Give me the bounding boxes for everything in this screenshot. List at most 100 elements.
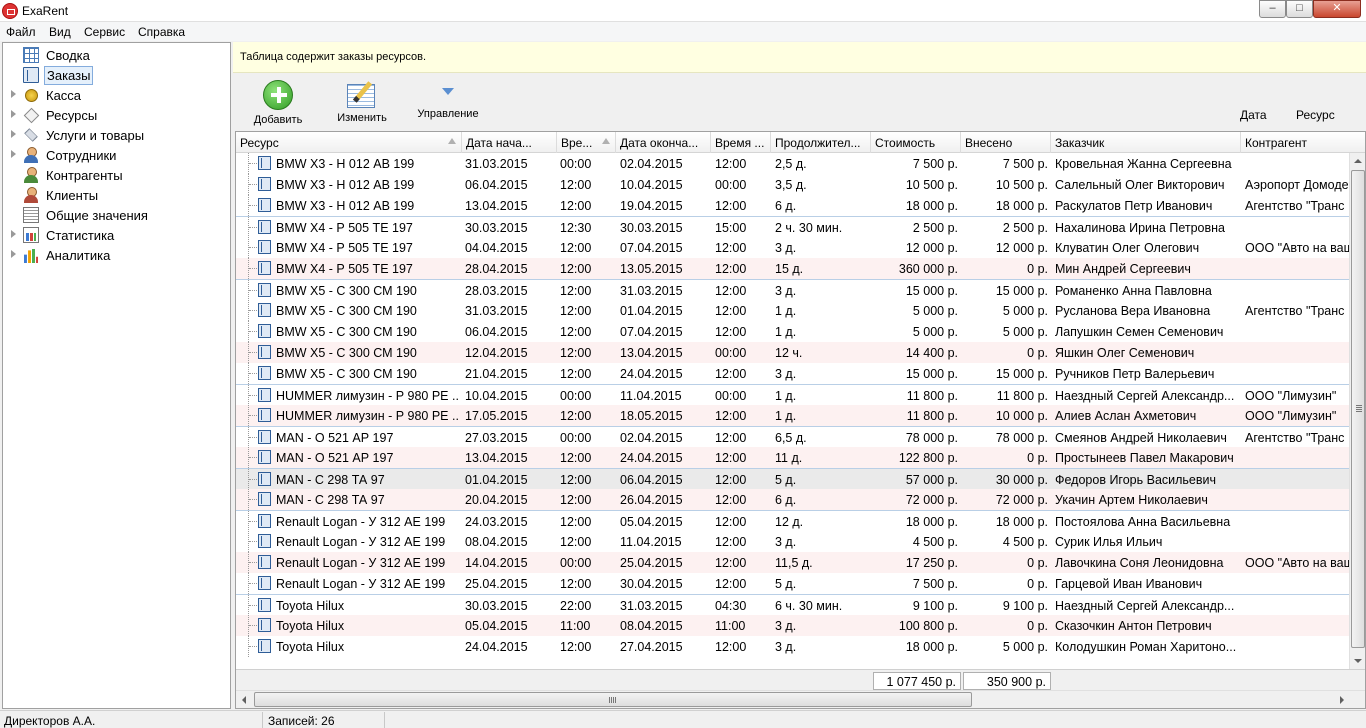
expand-arrow-icon[interactable] bbox=[11, 110, 16, 118]
grip-icon bbox=[1356, 405, 1362, 412]
column-header-resource[interactable]: Ресурс bbox=[236, 132, 462, 153]
expand-arrow-icon[interactable] bbox=[11, 250, 16, 258]
table-row[interactable]: Renault Logan - У 312 АЕ 199 24.03.2015 12… bbox=[236, 510, 1349, 532]
table-row[interactable]: MAN - О 521 АР 197 13.04.2015 12:00 24.04.2… bbox=[236, 447, 1349, 468]
table-row[interactable]: BMW X4 - Р 505 ТЕ 197 04.04.2015 12:00 07.0… bbox=[236, 237, 1349, 258]
column-header-cost[interactable]: Стоимость bbox=[871, 132, 961, 153]
scroll-down-icon[interactable] bbox=[1354, 659, 1362, 663]
close-button[interactable]: ✕ bbox=[1313, 0, 1361, 18]
tree-item-employees[interactable]: Сотрудники bbox=[3, 145, 230, 165]
table-row[interactable]: Renault Logan - У 312 АЕ 199 14.04.2015 00… bbox=[236, 552, 1349, 573]
table-row[interactable]: BMW X4 - Р 505 ТЕ 197 30.03.2015 12:30 30.0… bbox=[236, 216, 1349, 238]
cell-start-time: 12:00 bbox=[560, 577, 592, 591]
view-by-date-link[interactable]: Дата bbox=[1240, 108, 1267, 122]
cell-duration: 6,5 д. bbox=[775, 431, 807, 445]
cell-end-time: 15:00 bbox=[715, 221, 747, 235]
cell-start-date: 28.04.2015 bbox=[465, 262, 528, 276]
menu-file[interactable]: Файл bbox=[6, 25, 36, 39]
table-row[interactable]: MAN - С 298 ТА 97 01.04.2015 12:00 06.04.20… bbox=[236, 468, 1349, 490]
book-icon bbox=[258, 576, 271, 590]
maximize-button[interactable]: □ bbox=[1286, 0, 1313, 18]
table-row[interactable]: BMW X3 - Н 012 АВ 199 13.04.2015 12:00 19.0… bbox=[236, 195, 1349, 216]
scroll-up-icon[interactable] bbox=[1354, 159, 1362, 163]
cell-cost: 100 800 р. bbox=[898, 619, 958, 633]
table-row[interactable]: MAN - О 521 АР 197 27.03.2015 00:00 02.04.2… bbox=[236, 426, 1349, 448]
table-row[interactable]: Toyota Hilux 30.03.2015 22:00 31.03.2015 04:… bbox=[236, 594, 1349, 616]
menu-service[interactable]: Сервис bbox=[84, 25, 125, 39]
tree-item-counterparties[interactable]: Контрагенты bbox=[3, 165, 230, 185]
menu-help[interactable]: Справка bbox=[138, 25, 185, 39]
table-row[interactable]: BMW X5 - С 300 СМ 190 12.04.2015 12:00 13.0… bbox=[236, 342, 1349, 363]
scroll-left-icon[interactable] bbox=[242, 696, 246, 704]
column-header-start-time[interactable]: Вре... bbox=[557, 132, 616, 153]
table-row[interactable]: BMW X5 - С 300 СМ 190 28.03.2015 12:00 31.0… bbox=[236, 279, 1349, 301]
tree-item-resources[interactable]: Ресурсы bbox=[3, 105, 230, 125]
cell-duration: 12 д. bbox=[775, 515, 804, 529]
tree-connector bbox=[248, 363, 257, 384]
table-row[interactable]: Toyota Hilux 05.04.2015 11:00 08.04.2015 11:… bbox=[236, 615, 1349, 636]
horizontal-scroll-thumb[interactable] bbox=[254, 692, 972, 707]
tree-item-clients[interactable]: Клиенты bbox=[3, 185, 230, 205]
cell-duration: 3 д. bbox=[775, 535, 797, 549]
vertical-scrollbar[interactable] bbox=[1349, 153, 1365, 669]
expand-arrow-icon[interactable] bbox=[11, 230, 16, 238]
expand-arrow-icon[interactable] bbox=[11, 130, 16, 138]
vertical-scroll-thumb[interactable] bbox=[1351, 170, 1365, 648]
book-icon bbox=[258, 156, 271, 170]
cell-resource: BMW X5 - С 300 СМ 190 bbox=[276, 346, 417, 360]
table-row[interactable]: HUMMER лимузин - Р 980 РЕ ... 17.05.2015 1… bbox=[236, 405, 1349, 426]
tree-item-services-goods[interactable]: Услуги и товары bbox=[3, 125, 230, 145]
minimize-button[interactable]: – bbox=[1259, 0, 1286, 18]
cell-start-date: 08.04.2015 bbox=[465, 535, 528, 549]
horizontal-scrollbar[interactable] bbox=[236, 690, 1365, 708]
tree-connector bbox=[248, 300, 257, 321]
table-row[interactable]: Renault Logan - У 312 АЕ 199 08.04.2015 12… bbox=[236, 531, 1349, 552]
tree-item-label: Услуги и товары bbox=[46, 128, 145, 143]
table-row[interactable]: BMW X5 - С 300 СМ 190 06.04.2015 12:00 07.0… bbox=[236, 321, 1349, 342]
table-row[interactable]: Toyota Hilux 24.04.2015 12:00 27.04.2015 12:… bbox=[236, 636, 1349, 657]
cell-end-date: 25.04.2015 bbox=[620, 556, 683, 570]
tree-item-statistics[interactable]: Статистика bbox=[3, 225, 230, 245]
expand-arrow-icon[interactable] bbox=[11, 90, 16, 98]
cell-paid: 0 р. bbox=[1027, 577, 1048, 591]
tree-item-cash[interactable]: Касса bbox=[3, 85, 230, 105]
view-by-resource-link[interactable]: Ресурс bbox=[1296, 108, 1335, 122]
column-header-start-date[interactable]: Дата нача... bbox=[462, 132, 557, 153]
cell-cost: 14 400 р. bbox=[905, 346, 958, 360]
table-row[interactable]: BMW X3 - Н 012 АВ 199 31.03.2015 00:00 02.0… bbox=[236, 153, 1349, 174]
cell-start-time: 12:00 bbox=[560, 409, 592, 423]
tree-item-orders[interactable]: Заказы bbox=[3, 65, 230, 85]
column-header-duration[interactable]: Продолжител... bbox=[771, 132, 871, 153]
cell-cost: 360 000 р. bbox=[898, 262, 958, 276]
expand-arrow-icon[interactable] bbox=[11, 150, 16, 158]
cell-resource: MAN - О 521 АР 197 bbox=[276, 431, 394, 445]
orders-table: Ресурс Дата нача... Вре... Дата оконча..… bbox=[235, 131, 1366, 709]
tree-connector bbox=[248, 385, 257, 406]
cell-paid: 4 500 р. bbox=[1002, 535, 1048, 549]
book-icon bbox=[258, 408, 271, 422]
column-header-end-time[interactable]: Время ... bbox=[711, 132, 771, 153]
table-row[interactable]: BMW X5 - С 300 СМ 190 21.04.2015 12:00 24.0… bbox=[236, 363, 1349, 384]
table-row[interactable]: BMW X4 - Р 505 ТЕ 197 28.04.2015 12:00 13.0… bbox=[236, 258, 1349, 279]
manage-dropdown-button[interactable]: Управление bbox=[413, 80, 483, 120]
table-row[interactable]: Renault Logan - У 312 АЕ 199 25.04.2015 12… bbox=[236, 573, 1349, 594]
edit-button[interactable]: Изменить bbox=[329, 80, 395, 124]
tree-item-summary[interactable]: Сводка bbox=[3, 45, 230, 65]
table-row[interactable]: BMW X3 - Н 012 АВ 199 06.04.2015 12:00 10.0… bbox=[236, 174, 1349, 195]
book-icon bbox=[258, 472, 271, 486]
column-header-customer[interactable]: Заказчик bbox=[1051, 132, 1241, 153]
cell-cost: 5 000 р. bbox=[912, 325, 958, 339]
cell-paid: 0 р. bbox=[1027, 346, 1048, 360]
table-row[interactable]: MAN - С 298 ТА 97 20.04.2015 12:00 26.04.20… bbox=[236, 489, 1349, 510]
column-header-counterparty[interactable]: Контрагент bbox=[1241, 132, 1365, 153]
tree-connector bbox=[248, 405, 257, 426]
tree-item-common-values[interactable]: Общие значения bbox=[3, 205, 230, 225]
table-row[interactable]: HUMMER лимузин - Р 980 РЕ ... 10.04.2015 0… bbox=[236, 384, 1349, 406]
column-header-end-date[interactable]: Дата оконча... bbox=[616, 132, 711, 153]
add-button[interactable]: Добавить bbox=[245, 80, 311, 126]
table-row[interactable]: BMW X5 - С 300 СМ 190 31.03.2015 12:00 01.0… bbox=[236, 300, 1349, 321]
scroll-right-icon[interactable] bbox=[1340, 696, 1344, 704]
tree-item-analytics[interactable]: Аналитика bbox=[3, 245, 230, 265]
menu-view[interactable]: Вид bbox=[49, 25, 71, 39]
column-header-paid[interactable]: Внесено bbox=[961, 132, 1051, 153]
